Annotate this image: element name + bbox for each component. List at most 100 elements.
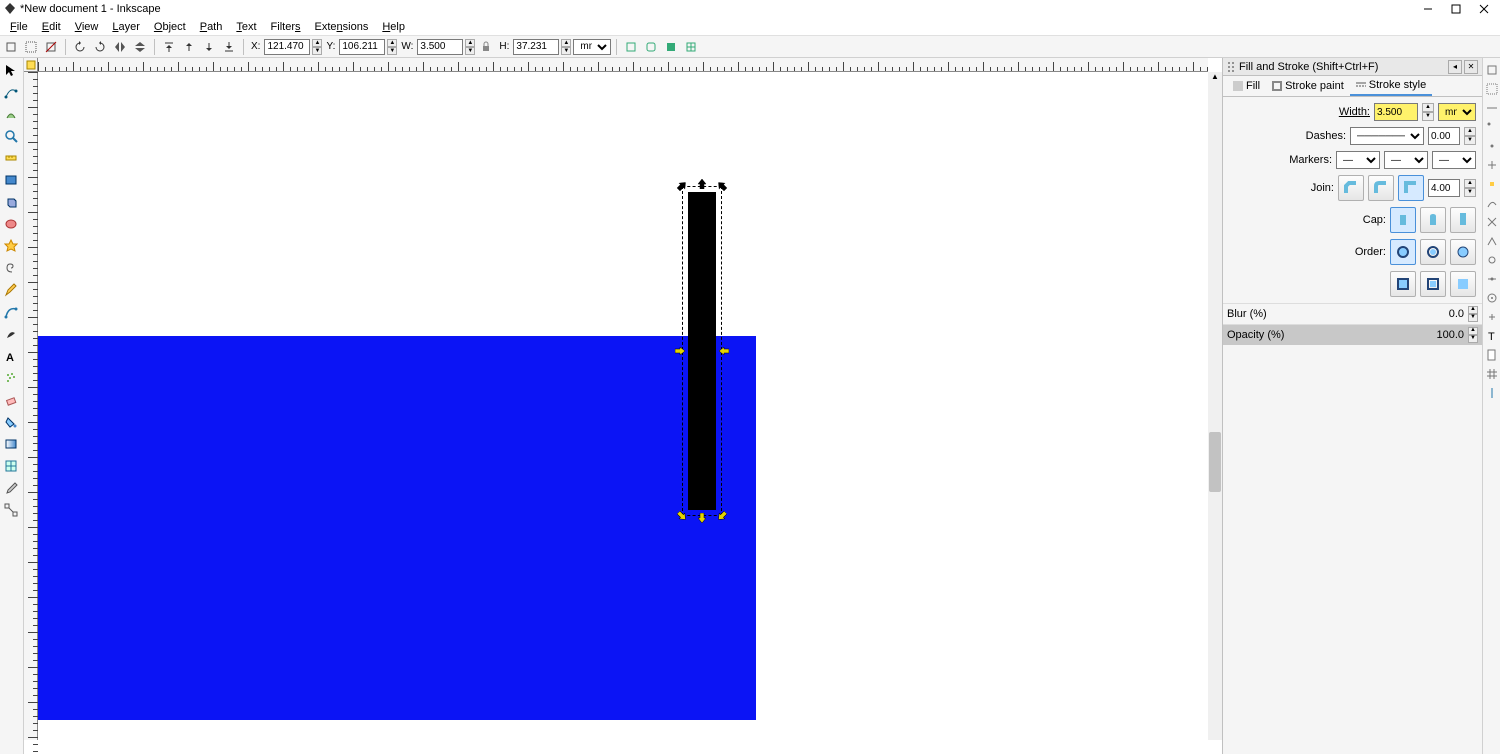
join-miter-button[interactable]: [1398, 175, 1424, 201]
menu-filters[interactable]: Filters: [265, 20, 307, 34]
snap-page-button[interactable]: [1484, 347, 1500, 363]
dash-offset-input[interactable]: [1428, 127, 1460, 145]
order-smf-button[interactable]: [1450, 271, 1476, 297]
snap-cusp-button[interactable]: [1484, 233, 1500, 249]
select-all-layers-button[interactable]: [2, 38, 20, 56]
miter-limit-input[interactable]: [1428, 179, 1460, 197]
stroke-width-input[interactable]: [1374, 103, 1418, 121]
panel-close-button[interactable]: ✕: [1464, 60, 1478, 74]
snap-grid-button[interactable]: [1484, 366, 1500, 382]
dropper-tool[interactable]: [1, 478, 21, 498]
snap-bbox-mid-button[interactable]: [1484, 138, 1500, 154]
order-fsm-button[interactable]: [1390, 239, 1416, 265]
opacity-spinner[interactable]: ▲▼: [1468, 327, 1478, 343]
raise-to-top-button[interactable]: [160, 38, 178, 56]
star-tool[interactable]: [1, 236, 21, 256]
selector-tool[interactable]: [1, 60, 21, 80]
panel-minimize-button[interactable]: ◂: [1448, 60, 1462, 74]
selected-line-object[interactable]: [688, 192, 716, 510]
menu-help[interactable]: Help: [376, 20, 411, 34]
cap-butt-button[interactable]: [1390, 207, 1416, 233]
blue-rectangle-object[interactable]: [38, 336, 756, 720]
y-input[interactable]: [339, 39, 385, 55]
ruler-vertical[interactable]: [24, 72, 38, 740]
snap-bbox-edge-button[interactable]: [1484, 100, 1500, 116]
flip-vertical-button[interactable]: [131, 38, 149, 56]
blur-value[interactable]: 0.0: [1428, 308, 1464, 320]
menu-extensions[interactable]: Extensions: [309, 20, 375, 34]
selection-handle[interactable]: [697, 513, 707, 523]
tweak-tool[interactable]: [1, 104, 21, 124]
dashes-select[interactable]: ───────: [1350, 127, 1424, 145]
cap-round-button[interactable]: [1420, 207, 1446, 233]
snap-bbox-button[interactable]: [1484, 81, 1500, 97]
canvas[interactable]: [38, 72, 1208, 740]
menu-view[interactable]: View: [69, 20, 105, 34]
text-tool[interactable]: A: [1, 346, 21, 366]
bezier-tool[interactable]: [1, 302, 21, 322]
menu-file[interactable]: File: [4, 20, 34, 34]
transform-stroke-button[interactable]: [622, 38, 640, 56]
menu-path[interactable]: Path: [194, 20, 229, 34]
transform-gradient-button[interactable]: [662, 38, 680, 56]
eraser-tool[interactable]: [1, 390, 21, 410]
rectangle-tool[interactable]: [1, 170, 21, 190]
scroll-up-button[interactable]: ▲: [1208, 72, 1222, 86]
lower-button[interactable]: [200, 38, 218, 56]
order-fms-button[interactable]: [1450, 239, 1476, 265]
snap-guide-button[interactable]: [1484, 385, 1500, 401]
selection-handle[interactable]: [719, 346, 729, 356]
h-spinner[interactable]: ▲▼: [561, 39, 571, 55]
node-tool[interactable]: [1, 82, 21, 102]
marker-start-select[interactable]: —: [1336, 151, 1380, 169]
join-bevel-button[interactable]: [1338, 175, 1364, 201]
deselect-button[interactable]: [42, 38, 60, 56]
order-mfs-button[interactable]: [1390, 271, 1416, 297]
menu-layer[interactable]: Layer: [106, 20, 146, 34]
selection-handle[interactable]: [675, 346, 685, 356]
gradient-tool[interactable]: [1, 434, 21, 454]
snap-bbox-corner-button[interactable]: [1484, 119, 1500, 135]
snap-path-button[interactable]: [1484, 195, 1500, 211]
stroke-width-unit[interactable]: mm: [1438, 103, 1476, 121]
marker-end-select[interactable]: —: [1432, 151, 1476, 169]
tab-stroke-paint[interactable]: Stroke paint: [1266, 76, 1350, 96]
lock-aspect-button[interactable]: [477, 38, 495, 56]
blur-spinner[interactable]: ▲▼: [1468, 306, 1478, 322]
maximize-button[interactable]: [1444, 2, 1468, 16]
3dbox-tool[interactable]: [1, 192, 21, 212]
dash-offset-spinner[interactable]: ▲▼: [1464, 127, 1476, 145]
spiral-tool[interactable]: [1, 258, 21, 278]
units-select[interactable]: mm: [573, 39, 611, 55]
flip-horizontal-button[interactable]: [111, 38, 129, 56]
lower-to-bottom-button[interactable]: [220, 38, 238, 56]
selection-handle[interactable]: [697, 179, 707, 189]
opacity-value[interactable]: 100.0: [1428, 329, 1464, 341]
order-sfm-button[interactable]: [1420, 239, 1446, 265]
snap-text-button[interactable]: T: [1484, 328, 1500, 344]
rotate-cw-button[interactable]: [91, 38, 109, 56]
menu-edit[interactable]: Edit: [36, 20, 67, 34]
selection-handle[interactable]: [675, 179, 689, 193]
y-spinner[interactable]: ▲▼: [387, 39, 397, 55]
raise-button[interactable]: [180, 38, 198, 56]
measure-tool[interactable]: [1, 148, 21, 168]
snap-center-button[interactable]: [1484, 290, 1500, 306]
ruler-horizontal[interactable]: [38, 58, 1208, 72]
pencil-tool[interactable]: [1, 280, 21, 300]
fill-tool[interactable]: [1, 412, 21, 432]
calligraphy-tool[interactable]: [1, 324, 21, 344]
cap-square-button[interactable]: [1450, 207, 1476, 233]
minimize-button[interactable]: [1416, 2, 1440, 16]
snap-enable-button[interactable]: [1484, 62, 1500, 78]
marker-mid-select[interactable]: —: [1384, 151, 1428, 169]
order-msf-button[interactable]: [1420, 271, 1446, 297]
join-round-button[interactable]: [1368, 175, 1394, 201]
rotate-ccw-button[interactable]: [71, 38, 89, 56]
snap-smooth-button[interactable]: [1484, 252, 1500, 268]
x-input[interactable]: [264, 39, 310, 55]
menu-text[interactable]: Text: [230, 20, 262, 34]
ruler-corner[interactable]: [24, 58, 38, 72]
snap-rotation-button[interactable]: [1484, 309, 1500, 325]
select-all-button[interactable]: [22, 38, 40, 56]
